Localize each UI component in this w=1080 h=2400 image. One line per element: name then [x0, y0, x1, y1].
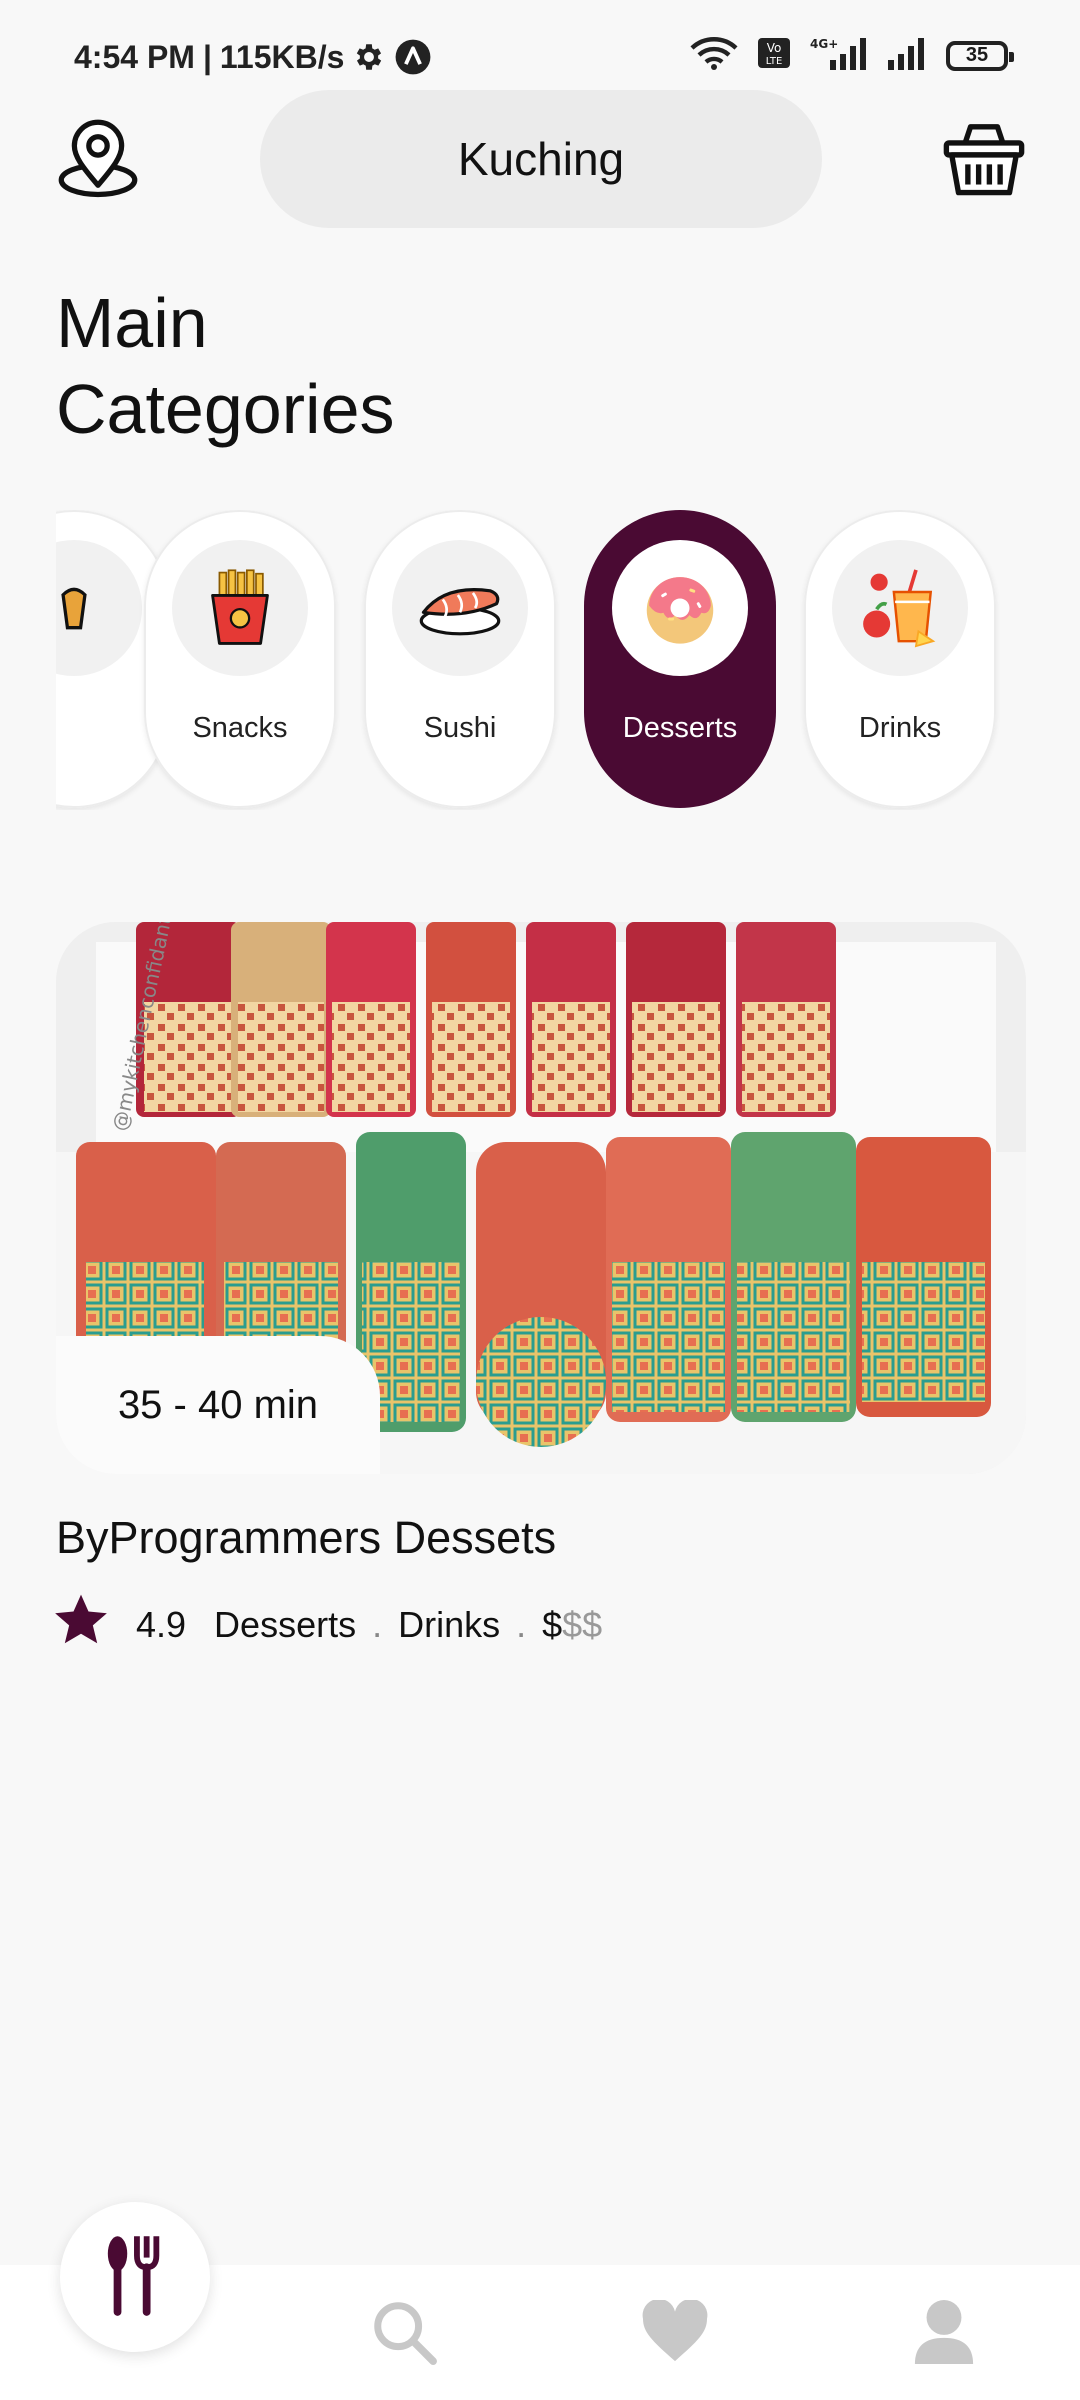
heart-icon[interactable] — [639, 2296, 711, 2368]
svg-text:LTE: LTE — [766, 56, 783, 67]
status-right: Vo LTE 4G+ 35 — [690, 36, 1014, 75]
app-notification-icon — [394, 38, 432, 76]
page-title: Main Categories — [56, 280, 395, 452]
tag-separator: . — [516, 1603, 527, 1645]
category-item-desserts[interactable]: Desserts — [584, 510, 776, 808]
signal-4g-icon: 4G+ — [810, 36, 868, 75]
status-separator: | — [202, 38, 212, 75]
signal-icon — [886, 36, 928, 75]
category-label: Snacks — [192, 712, 288, 744]
category-item-drinks[interactable]: Drinks — [804, 510, 996, 808]
shopping-basket-icon[interactable] — [938, 112, 1030, 206]
rating-value: 4.9 — [136, 1603, 187, 1645]
delivery-time: 35 - 40 min — [117, 1382, 319, 1427]
network-speed: 115KB/s — [219, 38, 345, 75]
category-label: Drinks — [858, 712, 942, 744]
battery-level: 35 — [965, 44, 989, 66]
category-list[interactable]: Snacks Sushi Desserts Drinks — [56, 510, 1024, 810]
battery-icon: 35 — [946, 40, 1014, 71]
price-inactive: $$ — [562, 1603, 603, 1645]
price-active: $ — [542, 1603, 563, 1645]
restaurant-meta: 4.9 Desserts . Drinks . $$$ — [52, 1592, 602, 1657]
volte-icon: Vo LTE — [756, 36, 792, 75]
location-pin-icon[interactable] — [54, 115, 142, 203]
search-icon[interactable] — [368, 2296, 440, 2368]
title-line-2: Categories — [56, 370, 395, 448]
city-selector[interactable]: Kuching — [260, 90, 822, 228]
status-left: 4:54 PM | 115KB/s — [74, 38, 432, 76]
tag-separator: . — [372, 1603, 383, 1645]
svg-text:Vo: Vo — [767, 41, 782, 55]
city-label: Kuching — [457, 133, 625, 185]
category-label: Desserts — [622, 712, 738, 744]
delivery-time-badge: 35 - 40 min — [56, 1336, 380, 1474]
category-icon-circle — [56, 540, 142, 676]
sushi-icon — [392, 540, 528, 676]
title-line-1: Main — [56, 284, 208, 362]
category-item-snacks[interactable]: Snacks — [144, 510, 336, 808]
category-label: Sushi — [423, 712, 497, 744]
drink-icon — [832, 540, 968, 676]
price-level: $$$ — [542, 1604, 602, 1646]
restaurant-name[interactable]: ByProgrammers Dessets — [56, 1512, 556, 1564]
tag-desserts: Desserts — [214, 1603, 357, 1645]
wifi-icon — [690, 36, 738, 75]
status-time: 4:54 PM — [74, 38, 195, 75]
svg-text:4G+: 4G+ — [810, 37, 838, 51]
tag-drinks: Drinks — [398, 1603, 501, 1645]
user-icon[interactable] — [908, 2296, 980, 2368]
settings-gear-icon — [352, 40, 386, 74]
star-icon — [52, 1592, 110, 1657]
donut-icon — [612, 540, 748, 676]
home-cutlery-icon[interactable] — [60, 2202, 210, 2352]
category-item-sushi[interactable]: Sushi — [364, 510, 556, 808]
fries-icon — [172, 540, 308, 676]
header: Kuching — [0, 90, 1080, 230]
